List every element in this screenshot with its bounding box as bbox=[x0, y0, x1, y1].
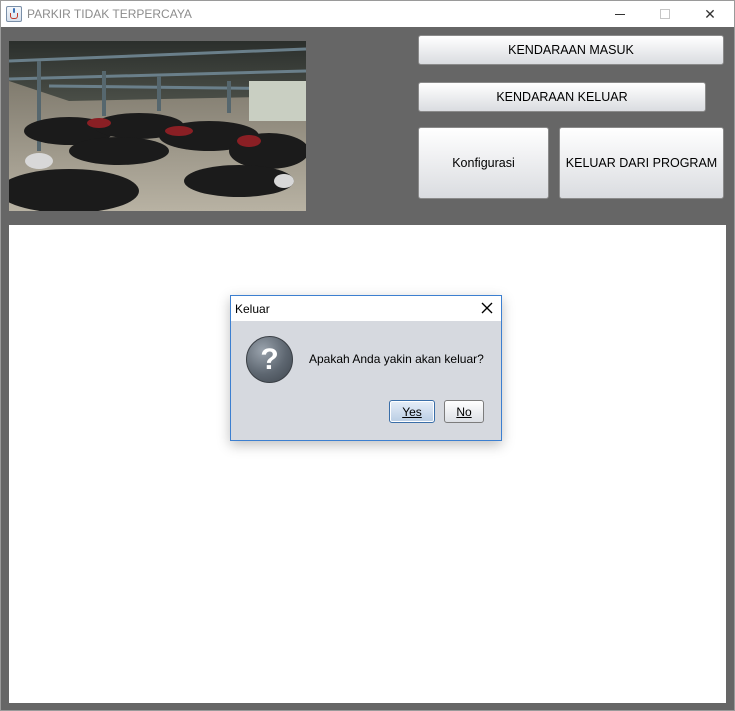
konfigurasi-button[interactable]: Konfigurasi bbox=[418, 127, 549, 199]
yes-button-label: Yes bbox=[402, 404, 422, 419]
minimize-button[interactable] bbox=[597, 1, 643, 27]
java-cup-icon bbox=[6, 6, 22, 22]
title-bar[interactable]: PARKIR TIDAK TERPERCAYA ✕ bbox=[1, 1, 734, 27]
no-button[interactable]: No bbox=[444, 400, 484, 423]
kendaraan-masuk-button[interactable]: KENDARAAN MASUK bbox=[418, 35, 724, 65]
window-title: PARKIR TIDAK TERPERCAYA bbox=[27, 7, 192, 21]
dialog-close-icon[interactable] bbox=[479, 300, 495, 316]
maximize-button[interactable] bbox=[642, 1, 688, 27]
question-icon: ? bbox=[246, 336, 293, 383]
minimize-icon bbox=[615, 13, 625, 15]
exit-program-button[interactable]: KELUAR DARI PROGRAM bbox=[559, 127, 724, 199]
maximize-icon bbox=[660, 9, 670, 19]
dialog-title: Keluar bbox=[235, 302, 270, 316]
confirm-exit-dialog: Keluar ? Apakah Anda yakin akan keluar? … bbox=[230, 295, 502, 441]
no-button-label: No bbox=[456, 404, 472, 419]
kendaraan-keluar-button[interactable]: KENDARAAN KELUAR bbox=[418, 82, 706, 112]
dialog-message: Apakah Anda yakin akan keluar? bbox=[309, 352, 484, 366]
close-button[interactable]: ✕ bbox=[687, 1, 733, 27]
close-icon: ✕ bbox=[704, 5, 716, 22]
parking-lot-image bbox=[9, 41, 306, 211]
dialog-title-bar[interactable]: Keluar bbox=[231, 296, 501, 321]
yes-button[interactable]: Yes bbox=[389, 400, 435, 423]
